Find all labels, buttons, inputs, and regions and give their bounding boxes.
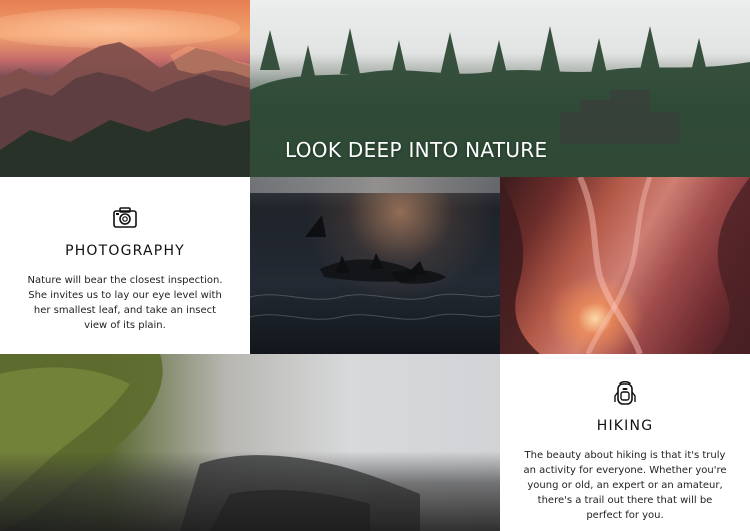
photography-card: PHOTOGRAPHY Nature will bear the closest… [0,177,250,354]
photography-content: PHOTOGRAPHY Nature will bear the closest… [0,177,250,354]
photography-text: Nature will bear the closest inspection.… [27,275,223,331]
camera-icon [113,207,137,228]
hero-title: LOOK DEEP INTO NATURE [285,138,548,162]
hiking-card: HIKING The beauty about hiking is that i… [500,354,750,531]
orcas-scene [250,177,500,354]
canyon-waves [500,177,750,354]
mountain-photo [0,0,250,177]
orca-fins [250,215,500,320]
canyon-photo [500,177,750,354]
jungle-photo: LOOK DEEP INTO NATURE [250,0,750,177]
jungle-scene: LOOK DEEP INTO NATURE [250,0,750,177]
mountain-silhouette [0,42,250,177]
mountain-scene [0,0,250,177]
coast-photo [0,354,500,531]
coast-scene [0,354,500,531]
hiking-title: HIKING [596,418,654,434]
hiking-text: The beauty about hiking is that it's tru… [523,450,727,521]
canyon-scene [500,177,750,354]
orcas-photo [250,177,500,354]
nature-gallery-grid: LOOK DEEP INTO NATURE PHOTOGRAPHY Nature… [0,0,750,531]
backpack-icon [614,380,636,405]
photography-title: PHOTOGRAPHY [65,243,185,259]
rocky-foreground [0,451,500,531]
hiking-content: HIKING The beauty about hiking is that i… [500,354,750,531]
